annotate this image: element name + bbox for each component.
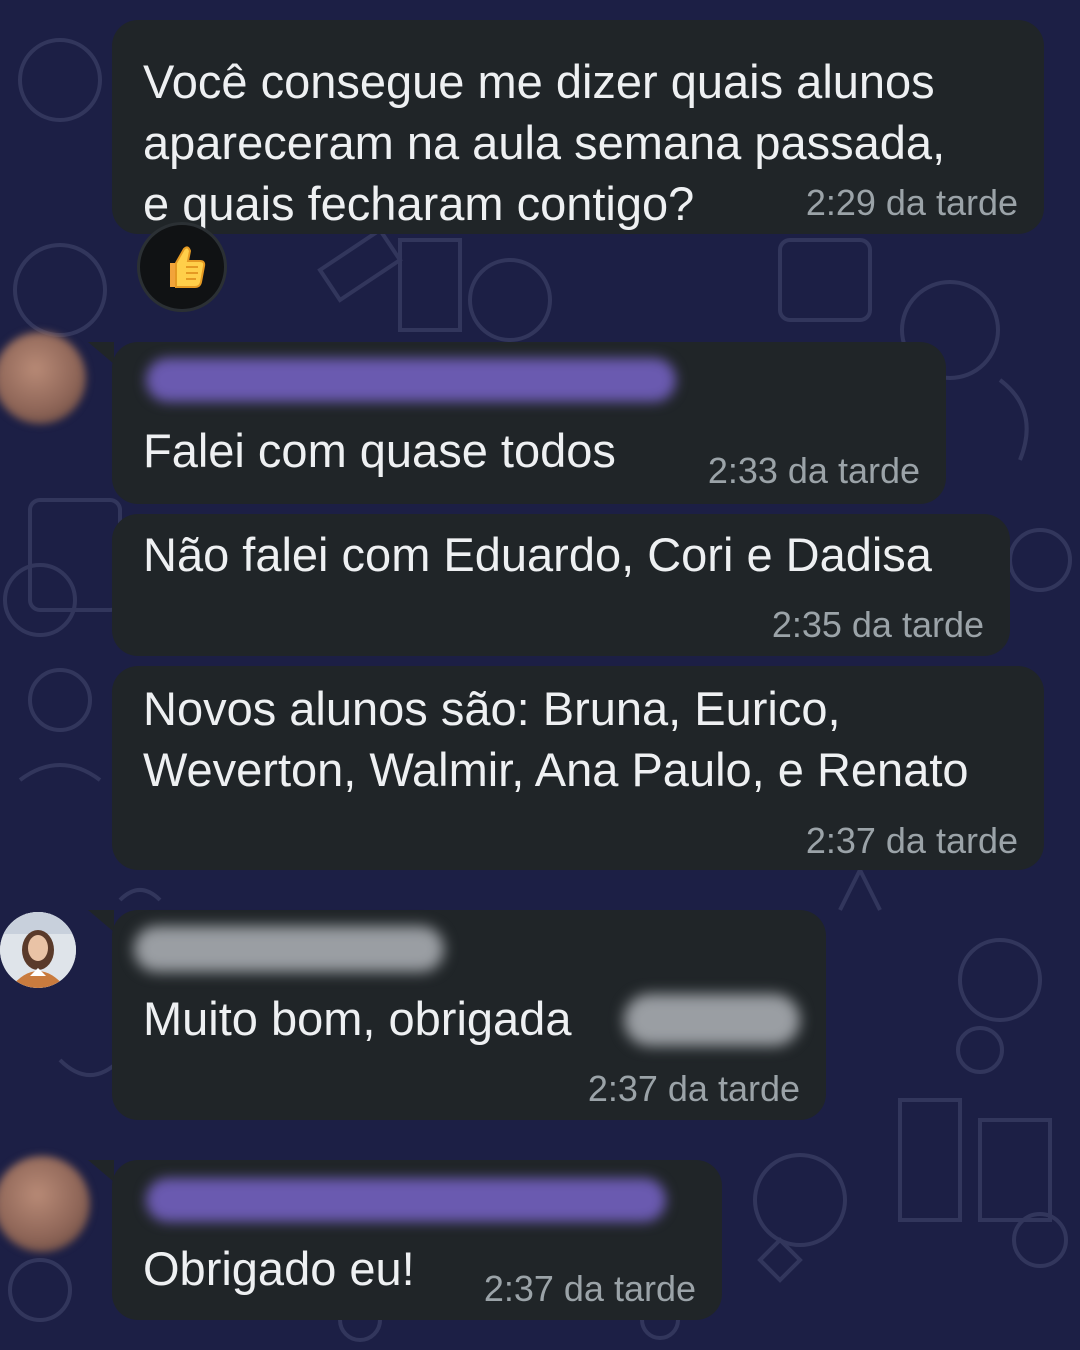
sender-name-redacted: [146, 1178, 666, 1222]
message-timestamp: 2:33 da tarde: [707, 450, 920, 491]
message-bubble[interactable]: Você consegue me dizer quais alunos apar…: [112, 20, 1044, 234]
message-text: Obrigado eu!: [143, 1242, 415, 1295]
sender-name-redacted: [134, 926, 444, 972]
message-text: Não falei com Eduardo, Cori e Dadisa: [143, 528, 932, 581]
message-timestamp: 2:37 da tarde: [483, 1268, 696, 1309]
message-bubble[interactable]: Não falei com Eduardo, Cori e Dadisa 2:3…: [112, 514, 1010, 656]
message-bubble[interactable]: Muito bom, obrigada 2:37 da tarde: [112, 910, 826, 1120]
reaction-badge[interactable]: [137, 222, 227, 312]
bubble-tail: [88, 1160, 114, 1182]
thumbs-up-icon: [170, 246, 206, 288]
message-timestamp: 2:37 da tarde: [805, 820, 1018, 861]
message-text: Muito bom, obrigada: [143, 992, 572, 1045]
message-bubble[interactable]: Falei com quase todos 2:33 da tarde: [112, 342, 946, 504]
sender-name-redacted: [146, 358, 676, 402]
message-timestamp: 2:35 da tarde: [771, 604, 984, 645]
avatar[interactable]: [0, 912, 76, 988]
bubble-tail: [88, 910, 114, 932]
message-text: Novos alunos são: Bruna, Eurico, Weverto…: [143, 682, 969, 796]
redacted-name-inline: [624, 994, 800, 1046]
message-bubble[interactable]: Obrigado eu! 2:37 da tarde: [112, 1160, 722, 1320]
message-timestamp: 2:37 da tarde: [587, 1068, 800, 1109]
bubble-tail: [88, 342, 114, 364]
message-bubble[interactable]: Novos alunos são: Bruna, Eurico, Weverto…: [112, 666, 1044, 870]
message-text: Falei com quase todos: [143, 424, 616, 477]
message-timestamp: 2:29 da tarde: [805, 182, 1018, 223]
